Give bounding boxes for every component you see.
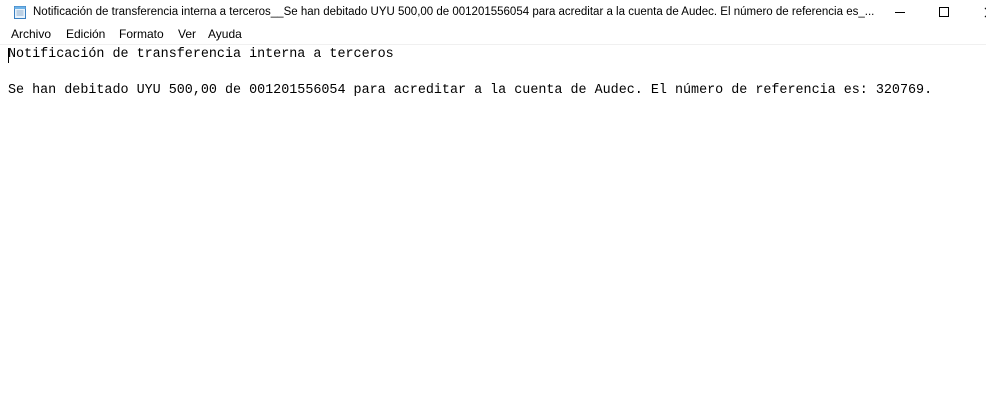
document-line-title: Notificación de transferencia interna a …	[8, 47, 394, 62]
maximize-icon	[939, 7, 949, 17]
close-button[interactable]	[965, 0, 986, 24]
menu-ayuda[interactable]: Ayuda	[208, 27, 242, 42]
notepad-icon[interactable]	[13, 5, 27, 19]
menu-bar: Archivo Edición Formato Ver Ayuda	[0, 25, 986, 45]
notepad-window: Notificación de transferencia interna a …	[0, 0, 986, 409]
minimize-icon	[895, 11, 905, 13]
document-line-body: Se han debitado UYU 500,00 de 0012015560…	[8, 83, 933, 98]
menu-edicion[interactable]: Edición	[66, 27, 105, 42]
menu-ver[interactable]: Ver	[178, 27, 196, 42]
menu-formato[interactable]: Formato	[119, 27, 164, 42]
text-editor-area[interactable]: Notificación de transferencia interna a …	[0, 45, 986, 409]
menu-archivo[interactable]: Archivo	[11, 27, 51, 42]
title-bar[interactable]: Notificación de transferencia interna a …	[0, 0, 986, 24]
maximize-button[interactable]	[921, 0, 967, 24]
minimize-button[interactable]	[877, 0, 923, 24]
window-title: Notificación de transferencia interna a …	[33, 6, 875, 18]
